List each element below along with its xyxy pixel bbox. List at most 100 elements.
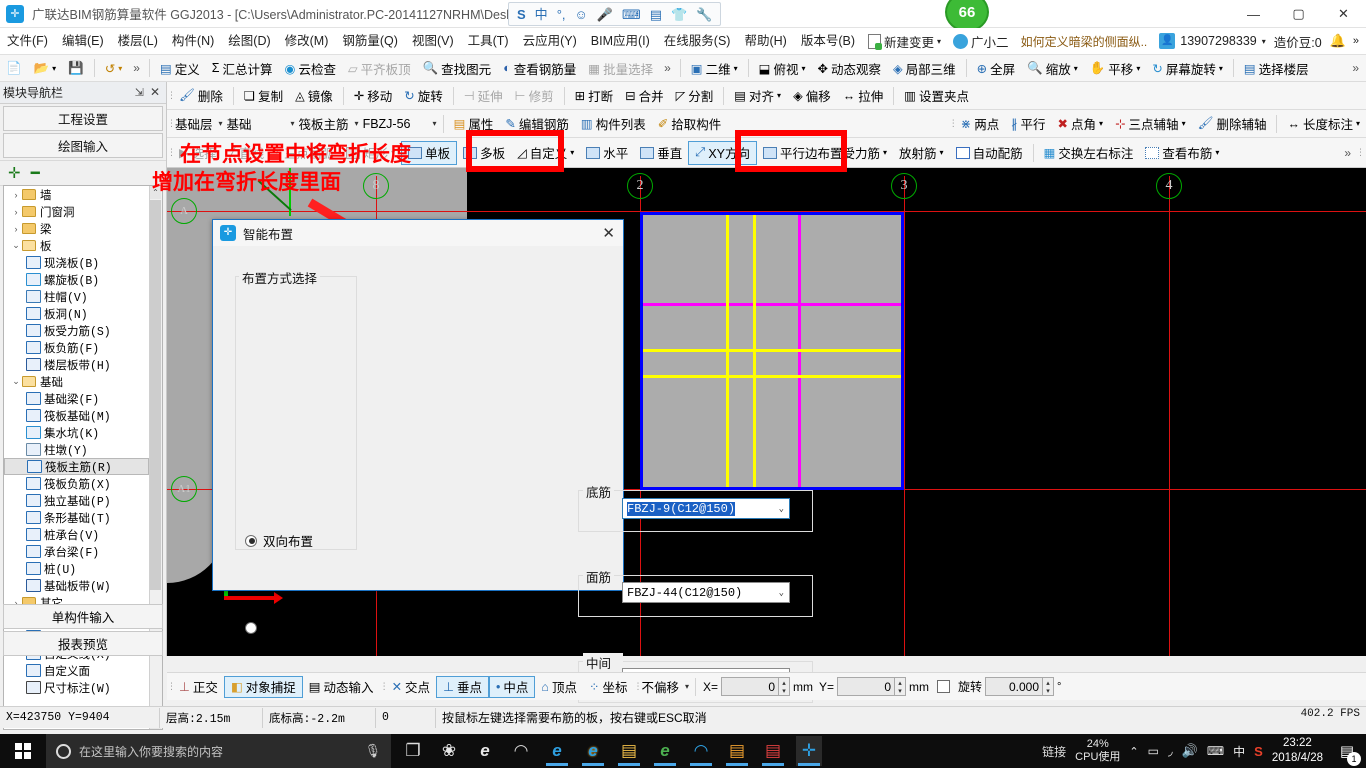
app-calendar-icon[interactable]: ▤	[760, 736, 786, 766]
app-cloud-icon[interactable]: ◠	[688, 736, 714, 766]
ortho-toggle[interactable]: ⊥ 正交	[173, 676, 224, 698]
tree-item[interactable]: 尺寸标注(W)	[4, 679, 149, 696]
tree-item[interactable]: 筏板主筋(R)	[4, 458, 149, 475]
tree-item[interactable]: 基础梁(F)	[4, 390, 149, 407]
app-explorer-icon[interactable]: ▤	[616, 736, 642, 766]
tree-item[interactable]: 板洞(N)	[4, 305, 149, 322]
ime-skin-icon[interactable]: 👕	[671, 8, 687, 21]
tree-item[interactable]: 筏板基础(M)	[4, 407, 149, 424]
ad-link[interactable]: 如何定义暗梁的侧面纵..	[1021, 33, 1148, 50]
toolbar-overflow-right[interactable]: »	[1347, 61, 1364, 75]
member-type-selector[interactable]: 筏板主筋 ▾	[297, 113, 361, 135]
view-rebar-button[interactable]: ◐ 查看钢筋量	[497, 56, 582, 80]
save-button[interactable]: 💾	[62, 56, 90, 80]
y-offset-input[interactable]: 0	[837, 677, 896, 696]
notification-icon[interactable]: ▤ 1	[1332, 734, 1362, 768]
open-file-button[interactable]: 📂 ▾	[28, 56, 63, 80]
drawing-input-button[interactable]: 绘图输入	[3, 133, 163, 158]
floor-selector[interactable]: 基础层 ▾	[173, 113, 225, 135]
vertex-snap-toggle[interactable]: ⌂ 顶点	[535, 676, 583, 698]
tree-item[interactable]: 自定义面	[4, 662, 149, 679]
tree-folder[interactable]: › 梁	[4, 220, 149, 237]
tree-folder[interactable]: ⌄ 板	[4, 237, 149, 254]
tree-item[interactable]: 板负筋(F)	[4, 339, 149, 356]
dialog-close-button[interactable]: ✕	[602, 224, 615, 242]
chevron-down-icon[interactable]: ⌄	[10, 240, 22, 251]
view-layout-button[interactable]: 查看布筋 ▾	[1139, 141, 1225, 165]
merge-button[interactable]: ⊟ 合并	[619, 84, 670, 108]
point-angle-button[interactable]: ✖ 点角 ▾	[1052, 112, 1110, 136]
rotate-checkbox[interactable]	[937, 680, 951, 693]
horizontal-button[interactable]: 水平	[580, 141, 634, 165]
add-icon[interactable]: ✛	[8, 164, 21, 182]
menu-item-cloud[interactable]: 云应用(Y)	[516, 30, 584, 52]
toolbar-overflow-mid[interactable]: »	[659, 61, 676, 75]
ime-voice-icon[interactable]: 🎤	[597, 8, 613, 21]
offset-mode-selector[interactable]: 不偏移 ▾	[639, 676, 691, 698]
fullscreen-button[interactable]: ⊕ 全屏	[971, 56, 1022, 80]
break-button[interactable]: ⊞ 打断	[569, 84, 620, 108]
tree-folder[interactable]: ⌄ 基础	[4, 373, 149, 390]
pick-member-button[interactable]: ✐ 拾取构件	[652, 112, 728, 136]
app-thunder-icon[interactable]: ❀	[436, 736, 462, 766]
app-edge-icon[interactable]: e	[544, 736, 570, 766]
report-preview-button[interactable]: 报表预览	[3, 631, 163, 656]
scroll-thumb[interactable]	[150, 200, 161, 590]
tree-item[interactable]: 条形基础(T)	[4, 509, 149, 526]
app-ggj-icon[interactable]: ✛	[796, 736, 822, 766]
smart-layout-dialog[interactable]: ✛ 智能布置 ✕ 布置方式选择 双向布置 双网双向布置 XY向布置 底筋 FBZ…	[212, 219, 815, 768]
start-button[interactable]	[0, 734, 46, 768]
parallel-button[interactable]: ∦ 平行	[1005, 112, 1051, 136]
app-browser-green-icon[interactable]: e	[652, 736, 678, 766]
x-offset-input[interactable]: 0	[721, 677, 779, 696]
maximize-button[interactable]: ▢	[1276, 0, 1321, 28]
menu-item-view[interactable]: 视图(V)	[405, 30, 461, 52]
draw-toolbar-overflow[interactable]: »	[1339, 146, 1356, 160]
perpendicular-snap-toggle[interactable]: ⊥ 垂点	[436, 675, 489, 698]
bell-icon[interactable]: 🔔	[1330, 33, 1346, 49]
define-button[interactable]: ▤ 定义	[154, 56, 206, 80]
dynamic-input-toggle[interactable]: ▤ 动态输入	[303, 676, 380, 698]
menu-item-floor[interactable]: 楼层(L)	[111, 30, 165, 52]
volume-icon[interactable]: 🔊	[1182, 743, 1198, 759]
microphone-icon[interactable]: 🎙	[364, 743, 381, 759]
app-spiral-icon[interactable]: ◠	[508, 736, 534, 766]
pan-button[interactable]: ✋ 平移 ▾	[1084, 56, 1147, 80]
tree-item[interactable]: 螺旋板(B)	[4, 271, 149, 288]
chevron-right-icon[interactable]: ›	[10, 207, 22, 217]
mirror-button[interactable]: ◬ 镜像	[289, 84, 339, 108]
menu-item-edit[interactable]: 编辑(E)	[55, 30, 111, 52]
tree-item[interactable]: 桩(U)	[4, 560, 149, 577]
select-floor-button[interactable]: ▤ 选择楼层	[1238, 56, 1315, 80]
delete-button[interactable]: 🖌 删除	[173, 84, 229, 108]
tree-folder[interactable]: › 门窗洞	[4, 203, 149, 220]
tree-item[interactable]: 独立基础(P)	[4, 492, 149, 509]
x-offset-spinner[interactable]: ▴ ▾	[779, 677, 790, 696]
copy-button[interactable]: ❏ 复制	[238, 84, 289, 108]
chevron-up-icon[interactable]: ⌃	[1129, 745, 1138, 758]
menu-item-help[interactable]: 帮助(H)	[737, 30, 793, 52]
midpoint-snap-toggle[interactable]: • 中点	[488, 675, 536, 698]
assistant-button[interactable]: 广小二	[947, 32, 1015, 51]
chevron-down-icon[interactable]: ⌄	[10, 376, 22, 387]
view-2d-button[interactable]: ▣ 二维 ▾	[685, 56, 744, 80]
ime-card-icon[interactable]: ▤	[650, 8, 662, 21]
summary-calc-button[interactable]: Σ 汇总计算	[206, 56, 279, 80]
task-view-icon[interactable]: ❐	[400, 736, 426, 766]
ime-tools-icon[interactable]: 🔧	[696, 8, 712, 21]
tree-item[interactable]: 板受力筋(S)	[4, 322, 149, 339]
radio-double-net-bidirectional[interactable]: 双网双向布置	[245, 618, 338, 637]
radio-bidirectional[interactable]: 双向布置	[245, 531, 313, 550]
radial-rebar-button[interactable]: 放射筋 ▾	[893, 141, 950, 165]
object-snap-toggle[interactable]: ◧ 对象捕捉	[223, 675, 303, 698]
menu-item-draw[interactable]: 绘图(D)	[221, 30, 277, 52]
app-edge-legacy-icon[interactable]: e	[472, 736, 498, 766]
orbit-button[interactable]: ✥ 动态观察	[811, 56, 887, 80]
ime-toolbar[interactable]: S 中 °, ☺ 🎤 ⌨ ▤ 👕 🔧	[508, 2, 722, 26]
zoom-button[interactable]: 🔍 缩放 ▾	[1021, 56, 1084, 80]
taskbar-clock[interactable]: 23:22 2018/4/28	[1272, 736, 1323, 766]
remove-icon[interactable]: ━	[31, 164, 40, 182]
move-button[interactable]: ✛ 移动	[348, 84, 399, 108]
new-change-button[interactable]: 新建变更 ▾	[862, 32, 947, 51]
chevron-right-icon[interactable]: ›	[10, 224, 22, 234]
